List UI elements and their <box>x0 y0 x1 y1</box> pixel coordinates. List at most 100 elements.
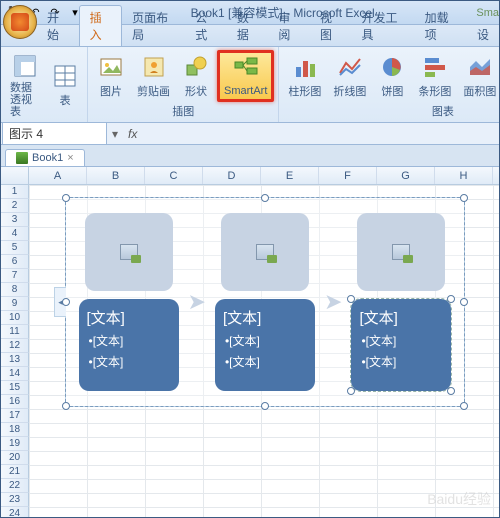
row-header[interactable]: 6 <box>1 255 29 269</box>
resize-handle[interactable] <box>62 298 70 306</box>
bar-chart-icon <box>421 53 449 81</box>
workbook-tab[interactable]: Book1 × <box>5 149 85 166</box>
row-header[interactable]: 21 <box>1 465 29 479</box>
cells-area[interactable]: ◂ [文本] •[文本] •[文本] ➤ <box>29 185 499 517</box>
table-button[interactable]: 表 <box>47 59 83 111</box>
smartart-node[interactable]: [文本] •[文本] •[文本] <box>79 213 179 391</box>
smartart-icon <box>232 55 260 83</box>
tab-data[interactable]: 数据 <box>227 6 269 46</box>
row-header[interactable]: 18 <box>1 423 29 437</box>
ribbon-tabs: 开始 插入 页面布局 公式 数据 审阅 视图 开发工具 加载项 设 <box>1 25 499 47</box>
smartart-object[interactable]: ◂ [文本] •[文本] •[文本] ➤ <box>65 197 465 407</box>
resize-handle[interactable] <box>347 295 355 303</box>
col-header[interactable]: C <box>145 167 203 184</box>
smartart-image-placeholder[interactable] <box>221 213 309 291</box>
resize-handle[interactable] <box>62 194 70 202</box>
row-header[interactable]: 13 <box>1 353 29 367</box>
line-chart-icon <box>336 53 364 81</box>
tab-formula[interactable]: 公式 <box>185 6 227 46</box>
col-header[interactable]: G <box>377 167 435 184</box>
row-header[interactable]: 20 <box>1 451 29 465</box>
row-header[interactable]: 9 <box>1 297 29 311</box>
context-tab-label: Sma <box>476 7 499 19</box>
tab-home[interactable]: 开始 <box>37 6 79 46</box>
smartart-text-box[interactable]: [文本] •[文本] •[文本] <box>79 299 179 391</box>
tab-design[interactable]: 设 <box>467 23 499 46</box>
row-header[interactable]: 3 <box>1 213 29 227</box>
resize-handle[interactable] <box>261 194 269 202</box>
row-header[interactable]: 2 <box>1 199 29 213</box>
row-header[interactable]: 7 <box>1 269 29 283</box>
row-header[interactable]: 17 <box>1 409 29 423</box>
name-box[interactable]: 图示 4 <box>2 122 107 145</box>
area-chart-icon <box>466 53 494 81</box>
row-header[interactable]: 19 <box>1 437 29 451</box>
close-icon[interactable]: × <box>67 152 73 164</box>
row-header[interactable]: 24 <box>1 507 29 517</box>
office-button[interactable] <box>3 5 37 39</box>
ribbon-group-tables: 数据 透视表 表 表 <box>1 47 88 122</box>
clipart-button[interactable]: 剪贴画 <box>132 50 175 102</box>
smartart-text-box-selected[interactable]: [文本] •[文本] •[文本] <box>351 299 451 391</box>
pie-chart-icon <box>378 53 406 81</box>
resize-handle[interactable] <box>460 194 468 202</box>
area-chart-button[interactable]: 面积图 <box>458 50 500 102</box>
row-header[interactable]: 10 <box>1 311 29 325</box>
excel-file-icon <box>16 152 28 164</box>
row-header[interactable]: 15 <box>1 381 29 395</box>
pie-chart-button[interactable]: 饼图 <box>373 50 411 102</box>
image-placeholder-icon <box>392 244 410 260</box>
picture-icon <box>97 53 125 81</box>
name-box-dropdown-icon[interactable]: ▾ <box>108 127 122 141</box>
tab-page-layout[interactable]: 页面布局 <box>122 6 185 46</box>
row-header[interactable]: 4 <box>1 227 29 241</box>
col-header[interactable]: H <box>435 167 493 184</box>
line-chart-button[interactable]: 折线图 <box>328 50 371 102</box>
resize-handle[interactable] <box>447 295 455 303</box>
tab-insert[interactable]: 插入 <box>79 5 123 46</box>
workbook-tab-bar: Book1 × <box>1 145 499 167</box>
picture-button[interactable]: 图片 <box>92 50 130 102</box>
resize-handle[interactable] <box>261 402 269 410</box>
row-header[interactable]: 1 <box>1 185 29 199</box>
row-header[interactable]: 12 <box>1 339 29 353</box>
shapes-button[interactable]: 形状 <box>177 50 215 102</box>
pivot-table-icon <box>11 52 39 80</box>
col-header[interactable]: F <box>319 167 377 184</box>
resize-handle[interactable] <box>460 298 468 306</box>
worksheet-grid[interactable]: A B C D E F G H 123456789101112131415161… <box>1 167 499 517</box>
pivot-table-button[interactable]: 数据 透视表 <box>5 49 45 121</box>
row-header[interactable]: 11 <box>1 325 29 339</box>
row-header[interactable]: 8 <box>1 283 29 297</box>
select-all-corner[interactable] <box>1 167 29 184</box>
smartart-text-box[interactable]: [文本] •[文本] •[文本] <box>215 299 315 391</box>
col-header[interactable]: D <box>203 167 261 184</box>
col-header[interactable]: A <box>29 167 87 184</box>
fx-icon[interactable]: fx <box>122 127 143 141</box>
resize-handle[interactable] <box>347 387 355 395</box>
smartart-node[interactable]: [文本] •[文本] •[文本] <box>351 213 451 391</box>
bar-chart-button[interactable]: 条形图 <box>413 50 456 102</box>
tab-review[interactable]: 审阅 <box>268 6 310 46</box>
row-header[interactable]: 16 <box>1 395 29 409</box>
shapes-icon <box>182 53 210 81</box>
resize-handle[interactable] <box>460 402 468 410</box>
arrow-right-icon: ➤ <box>324 289 342 315</box>
row-header[interactable]: 22 <box>1 479 29 493</box>
row-header[interactable]: 14 <box>1 367 29 381</box>
tab-addin[interactable]: 加载项 <box>415 6 467 46</box>
smartart-node[interactable]: [文本] •[文本] •[文本] <box>215 213 315 391</box>
smartart-image-placeholder[interactable] <box>85 213 173 291</box>
smartart-image-placeholder[interactable] <box>357 213 445 291</box>
tab-developer[interactable]: 开发工具 <box>352 6 415 46</box>
column-headers: A B C D E F G H <box>1 167 499 185</box>
col-header[interactable]: B <box>87 167 145 184</box>
tab-view[interactable]: 视图 <box>310 6 352 46</box>
col-header[interactable]: E <box>261 167 319 184</box>
smartart-button[interactable]: SmartArt <box>217 50 274 102</box>
column-chart-button[interactable]: 柱形图 <box>283 50 326 102</box>
resize-handle[interactable] <box>447 387 455 395</box>
row-header[interactable]: 5 <box>1 241 29 255</box>
resize-handle[interactable] <box>62 402 70 410</box>
row-header[interactable]: 23 <box>1 493 29 507</box>
